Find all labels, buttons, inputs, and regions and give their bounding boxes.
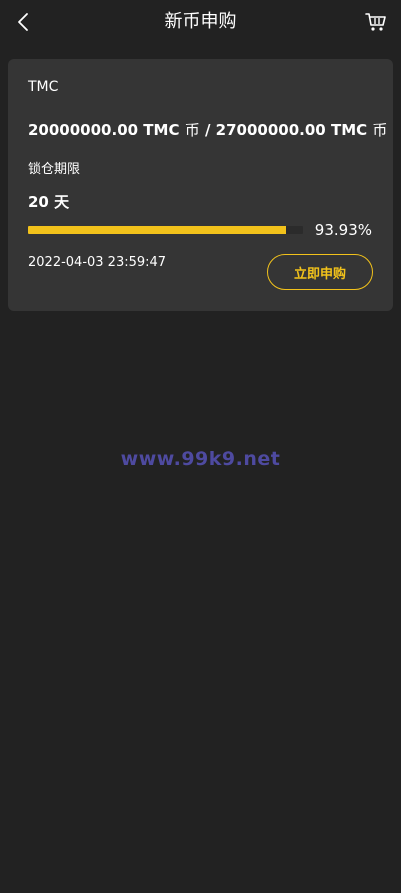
amount-sold: 20000000.00 TMC — [28, 121, 180, 139]
header-bar: 新币申购 — [0, 0, 401, 44]
cart-button[interactable] — [363, 8, 389, 36]
subscribe-now-button[interactable]: 立即申购 — [267, 254, 373, 290]
lock-period-label: 锁仓期限 — [28, 162, 81, 177]
cart-icon — [365, 13, 386, 31]
progress-fill — [28, 226, 287, 234]
lock-period-value: 20 天 — [28, 193, 70, 211]
coin-name: TMC — [28, 79, 59, 95]
end-time: 2022-04-03 23:59:47 — [28, 255, 167, 270]
progress-bar — [28, 226, 303, 234]
subscription-card: TMC 20000000.00 TMC 币 / 27000000.00 TMC … — [8, 59, 393, 311]
amount-unit: 币 — [372, 121, 388, 139]
amount-unit: 币 — [184, 121, 200, 139]
amount-row: 20000000.00 TMC 币 / 27000000.00 TMC 币 — [28, 119, 387, 140]
page-title: 新币申购 — [164, 11, 237, 32]
amount-separator: / — [204, 121, 211, 139]
watermark-text: www.99k9.net — [120, 448, 281, 470]
amount-total: 27000000.00 TMC — [215, 121, 368, 139]
progress-percent: 93.93% — [314, 221, 372, 239]
